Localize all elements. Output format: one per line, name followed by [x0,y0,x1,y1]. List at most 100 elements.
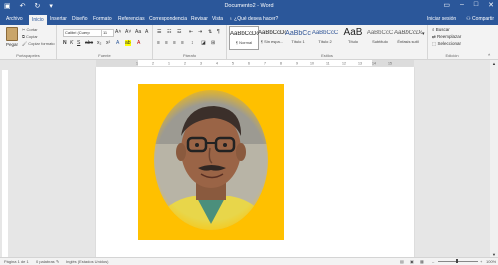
language-indicator[interactable]: Inglés (Estados Unidos) [66,259,108,264]
style-sample: AaBbCcDc [230,31,258,37]
proofing-icon[interactable]: ✎ [56,259,59,264]
ribbon: Pegar ✂ Cortar ⧉ Copiar 🖌 Copiar formato… [0,25,498,60]
zoom-slider[interactable] [438,261,478,262]
styles-more-icon[interactable]: ▾ [422,31,425,37]
web-layout-icon[interactable]: ▦ [420,259,424,264]
shrink-font-icon[interactable]: A˅ [125,29,131,35]
copy-label: Copiar [25,34,38,39]
style-no-spacing[interactable]: AaBbCcDc ¶ Sin espa... [258,26,286,48]
font-size-select[interactable]: 11 [101,29,114,37]
align-right-icon[interactable]: ≡ [173,40,176,46]
justify-icon[interactable]: ≡ [181,40,184,46]
scroll-up-icon[interactable]: ▲ [492,61,496,66]
cut-label: Cortar [26,27,38,32]
style-title[interactable]: AaB Título [339,26,367,48]
replace-button[interactable]: ⇄ Reemplazar [432,34,461,40]
minimize-icon[interactable]: – [460,1,464,9]
decrease-indent-icon[interactable]: ⇤ [189,29,193,35]
style-sample: AaBbCcC [311,30,339,36]
tab-diseno[interactable]: Diseño [72,16,88,22]
zoom-slider-thumb[interactable] [456,259,458,263]
superscript-button[interactable]: x² [106,40,110,46]
format-painter-button[interactable]: 🖌 Copiar formato [22,41,55,46]
clear-format-icon[interactable]: A [145,29,148,35]
bold-button[interactable]: N [63,40,67,46]
svg-text:15: 15 [388,62,392,66]
maximize-icon[interactable]: □ [474,1,478,9]
find-button[interactable]: ⌕ Buscar [432,27,450,32]
close-icon[interactable]: ✕ [488,1,494,9]
inserted-photo[interactable] [138,84,284,240]
show-marks-icon[interactable]: ¶ [217,29,220,35]
vertical-ruler[interactable] [2,70,8,258]
clipboard-icon [6,27,18,41]
multilevel-list-icon[interactable]: ☲ [177,29,181,35]
svg-text:1: 1 [168,62,170,66]
select-button[interactable]: ⬚ Seleccionar [432,41,461,47]
align-center-icon[interactable]: ≡ [165,40,168,46]
style-sample: AaBbCcC [366,30,394,36]
subscript-button[interactable]: x₂ [97,40,101,46]
svg-text:3: 3 [200,62,202,66]
ribbon-options-icon[interactable]: ▭ [443,1,450,9]
borders-icon[interactable]: ⊞ [211,40,215,46]
read-mode-icon[interactable]: ▤ [400,259,404,264]
tell-me-box[interactable]: ♁ ¿Qué desea hacer? [229,16,278,22]
styles-group: AaBbCcDc ¶ Normal AaBbCcDc ¶ Sin espa...… [227,25,428,59]
tab-formato[interactable]: Formato [93,16,112,22]
tab-correspondencia[interactable]: Correspondencia [149,16,187,22]
tab-inicio[interactable]: Inicio [29,15,47,25]
find-label: Buscar [435,27,450,32]
style-normal[interactable]: AaBbCcDc ¶ Normal [229,26,259,50]
shading-icon[interactable]: ◪ [201,40,206,46]
increase-indent-icon[interactable]: ⇥ [198,29,202,35]
svg-text:2: 2 [152,62,154,66]
numbering-icon[interactable]: ☷ [167,29,171,35]
collapse-ribbon-icon[interactable]: ˄ [488,52,490,57]
tell-me-text: ¿Qué desea hacer? [234,16,279,22]
style-name: Subtítulo [372,39,388,44]
paste-button[interactable]: Pegar [4,27,20,47]
style-sample: AaBbCcDc [258,30,286,36]
tab-insertar[interactable]: Insertar [50,16,67,22]
window-controls: ▭ – □ ✕ [443,1,494,9]
tab-revisar[interactable]: Revisar [191,16,208,22]
tab-referencias[interactable]: Referencias [118,16,145,22]
page-count[interactable]: Página 1 de 1 [4,259,29,264]
font-color-icon[interactable]: A [137,40,140,46]
word-count[interactable]: 0 palabras [36,259,55,264]
style-heading-2[interactable]: AaBbCcC Título 2 [311,26,339,48]
align-left-icon[interactable]: ≡ [157,40,160,46]
line-spacing-icon[interactable]: ↕ [191,40,194,46]
sort-icon[interactable]: ⇅ [208,29,212,35]
underline-button[interactable]: S [77,40,80,46]
text-effects-icon[interactable]: A [116,40,119,46]
style-subtitle[interactable]: AaBbCcC Subtítulo [366,26,394,48]
tab-vista[interactable]: Vista [212,16,223,22]
print-layout-icon[interactable]: ▣ [410,259,414,264]
font-name-select[interactable]: Calibri (Cuerp [63,29,102,37]
vertical-scrollbar[interactable]: ▲ ▼ [490,60,498,258]
bullets-icon[interactable]: ☰ [157,29,161,35]
change-case-icon[interactable]: Aa [135,29,141,35]
svg-text:1: 1 [136,62,138,66]
paragraph-group: ☰ ☷ ☲ ⇤ ⇥ ⇅ ¶ ≡ ≡ ≡ ≡ ↕ ◪ ⊞ Párrafo [153,25,227,59]
share-button[interactable]: ⚇ Compartir [466,16,494,22]
copy-button[interactable]: ⧉ Copiar [22,34,38,39]
zoom-level[interactable]: 100% [486,259,496,264]
svg-text:11: 11 [326,62,330,66]
paste-label: Pegar [5,42,18,47]
italic-button[interactable]: K [70,40,73,46]
cut-button[interactable]: ✂ Cortar [22,27,38,32]
tab-archivo[interactable]: Archivo [6,16,23,22]
strikethrough-button[interactable]: abc [85,40,93,46]
style-name: Título [347,39,358,44]
svg-text:7: 7 [264,62,266,66]
style-subtle-emphasis[interactable]: AaBbCcDc Énfasis sutil [394,26,422,48]
grow-font-icon[interactable]: A˄ [115,29,121,35]
style-heading-1[interactable]: AaBbCc Título 1 [284,26,312,48]
signin-link[interactable]: Iniciar sesión [427,16,456,22]
zoom-out-icon[interactable]: – [432,259,434,264]
zoom-in-icon[interactable]: + [480,259,482,264]
highlight-icon[interactable]: ab [125,40,131,46]
